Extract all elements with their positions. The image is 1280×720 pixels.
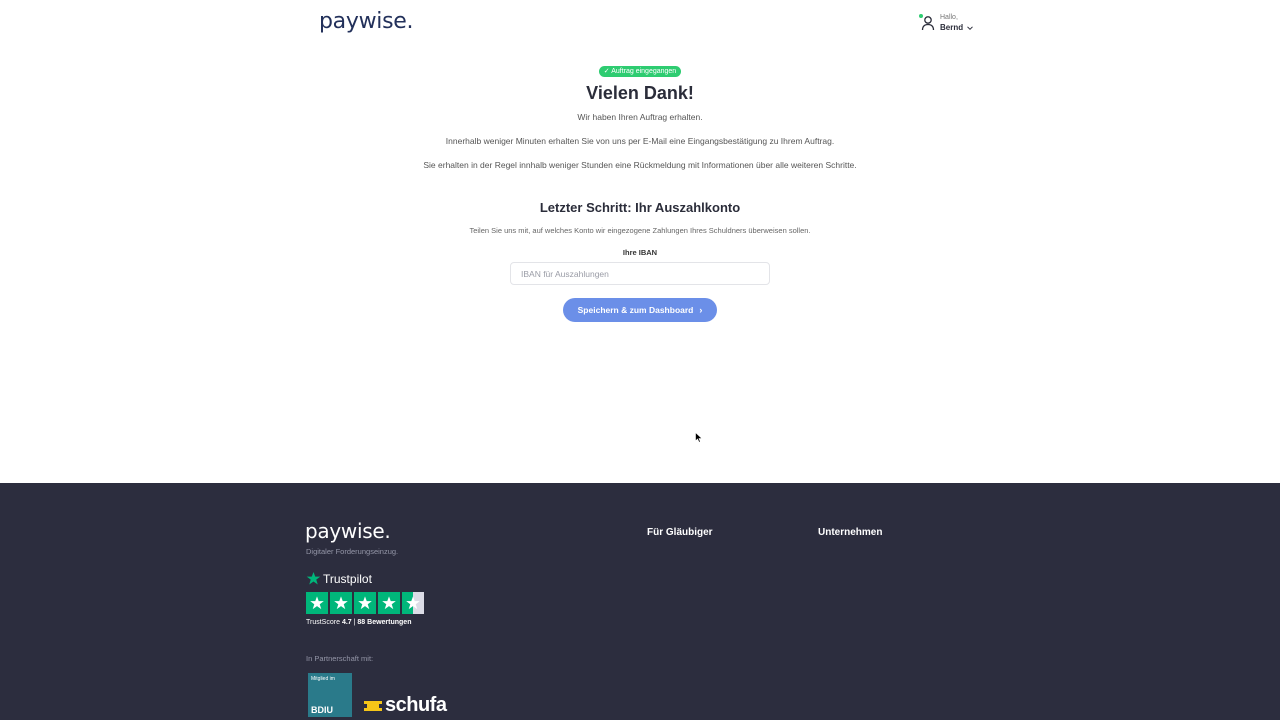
footer-tagline: Digitaler Forderungseinzug.	[306, 547, 399, 556]
trustpilot-star-icon	[306, 571, 321, 585]
user-name[interactable]: Bernd	[940, 23, 974, 33]
schufa-logo[interactable]: schufa	[364, 694, 447, 717]
schufa-mark-icon	[364, 700, 382, 711]
bdiu-logo[interactable]: Mitglied im BDIU	[308, 673, 352, 717]
schufa-name: schufa	[385, 694, 447, 716]
payout-instruction: Teilen Sie uns mit, auf welches Konto wi…	[469, 226, 811, 235]
site-footer: paywise. Digitaler Forderungseinzug. Tru…	[0, 483, 1280, 720]
footer-column-company[interactable]: Unternehmen	[818, 527, 882, 538]
user-greeting: Hallo,	[940, 14, 958, 21]
rating-star-icon	[330, 592, 352, 614]
next-steps-text: Sie erhalten in der Regel innhalb wenige…	[423, 160, 857, 170]
footer-column-creditors[interactable]: Für Gläubiger	[647, 527, 713, 538]
user-name-label: Bernd	[940, 23, 964, 32]
review-count: 88 Bewertungen	[357, 619, 412, 626]
online-status-dot	[919, 14, 923, 18]
page-title: Vielen Dank!	[586, 83, 694, 103]
user-icon	[919, 14, 935, 31]
trustpilot-rating-stars	[306, 592, 426, 614]
rating-star-icon	[306, 592, 328, 614]
bdiu-member-text: Mitglied im	[311, 676, 335, 682]
iban-label: Ihre IBAN	[622, 248, 658, 257]
email-info-text: Innerhalb weniger Minuten erhalten Sie v…	[445, 136, 835, 146]
trustscore-separator: |	[353, 619, 356, 626]
confirmation-section: ✓ Auftrag eingegangen Vielen Dank! Wir h…	[0, 60, 1280, 322]
rating-star-icon	[378, 592, 400, 614]
paywise-logo[interactable]: paywise.	[319, 9, 413, 34]
half-rating-star-icon	[402, 592, 424, 614]
save-to-dashboard-button[interactable]: Speichern & zum Dashboard ›	[563, 298, 717, 322]
rating-star-icon	[354, 592, 376, 614]
trustscore-value: 4.7	[341, 619, 352, 626]
partner-label: In Partnerschaft mit:	[306, 654, 374, 663]
footer-paywise-logo[interactable]: paywise.	[305, 519, 391, 543]
top-header: paywise. Hallo, Bernd	[0, 0, 1280, 48]
mouse-cursor-icon	[695, 432, 703, 443]
trustscore-text: TrustScore 4.7 | 88 Bewertungen	[306, 619, 411, 626]
chevron-down-icon	[967, 26, 973, 31]
confirmation-text: Wir haben Ihren Auftrag erhalten.	[577, 112, 703, 122]
trustscore-label: TrustScore	[306, 619, 340, 626]
trustpilot-widget[interactable]: Trustpilot	[306, 571, 372, 586]
status-badge: ✓ Auftrag eingegangen	[598, 66, 682, 77]
payout-section-title: Letzter Schritt: Ihr Auszahlkonto	[539, 200, 741, 215]
user-menu[interactable]: Hallo, Bernd	[919, 13, 974, 33]
iban-input[interactable]	[510, 262, 770, 285]
bdiu-name: BDIU	[311, 705, 333, 715]
save-button-label: Speichern & zum Dashboard	[577, 305, 694, 315]
trustpilot-name: Trustpilot	[323, 571, 372, 586]
chevron-right-icon: ›	[699, 305, 703, 315]
